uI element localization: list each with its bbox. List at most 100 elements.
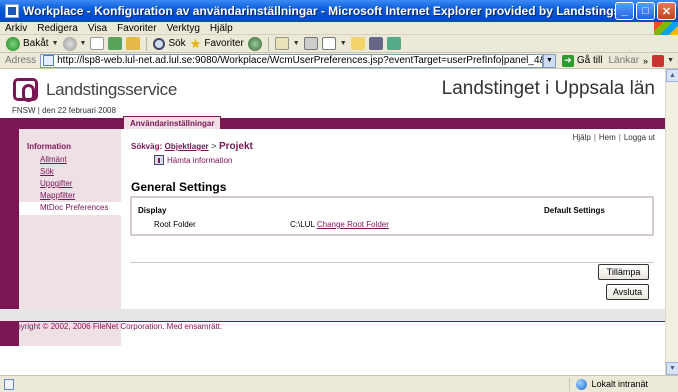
- close-button[interactable]: ✕: [657, 2, 676, 20]
- minimize-button[interactable]: _: [615, 2, 634, 20]
- apply-button[interactable]: Tillämpa: [598, 264, 649, 280]
- back-button[interactable]: Bakåt ▼: [6, 36, 59, 51]
- go-arrow-icon: ➜: [561, 54, 574, 67]
- scroll-down-icon[interactable]: ▼: [666, 362, 678, 375]
- page-icon: [43, 55, 55, 66]
- favorites-button[interactable]: ★ Favoriter: [190, 36, 244, 52]
- vertical-scrollbar[interactable]: ▲ ▼: [665, 69, 678, 375]
- top-links: Hjälp | Hem | Logga ut: [572, 133, 655, 142]
- intranet-globe-icon: [576, 378, 588, 390]
- go-button[interactable]: ➜ Gå till: [556, 54, 609, 67]
- menu-favoriter[interactable]: Favoriter: [112, 23, 161, 34]
- copyright-text: Copyright © 2002, 2006 FileNet Corporati…: [6, 322, 223, 331]
- address-input[interactable]: http://lsp8-web.lul-net.ad.lul.se:9080/W…: [40, 53, 543, 68]
- breadcrumb: Sökväg: Objektlager > Projekt: [131, 141, 253, 152]
- search-label: Sök: [168, 38, 186, 49]
- addon-icon[interactable]: [652, 54, 665, 67]
- page-status-icon: [4, 378, 14, 390]
- sidebar-item-mappfilter[interactable]: Mappfilter: [40, 191, 75, 200]
- window-titlebar: Workplace - Konfiguration av användarins…: [0, 0, 678, 22]
- menu-hjalp[interactable]: Hjälp: [205, 23, 238, 34]
- org-name: Landstinget i Uppsala län: [441, 78, 655, 99]
- breadcrumb-objektlager[interactable]: Objektlager: [165, 142, 209, 151]
- mail-icon[interactable]: [274, 37, 289, 50]
- links-chevron-icon[interactable]: »: [643, 56, 652, 66]
- sidebar-item-mtdoc-preferences[interactable]: MtDoc Preferences: [19, 202, 121, 215]
- sidebar-item-sok[interactable]: Sök: [40, 167, 54, 176]
- root-folder-value: C:\LUL: [290, 220, 315, 229]
- ie-app-icon: [5, 4, 19, 18]
- research-icon[interactable]: [368, 37, 383, 50]
- search-button[interactable]: Sök: [153, 37, 186, 50]
- scroll-up-icon[interactable]: ▲: [666, 69, 678, 82]
- back-label: Bakåt: [23, 38, 49, 49]
- folder-icon[interactable]: [350, 37, 365, 50]
- help-link[interactable]: Hjälp: [573, 133, 591, 142]
- breadcrumb-separator: >: [211, 141, 217, 151]
- menu-redigera[interactable]: Redigera: [32, 23, 83, 34]
- links-button[interactable]: Länkar: [608, 55, 643, 66]
- home-link[interactable]: Hem: [599, 133, 616, 142]
- user-info-bar: FNSW | den 22 februari 2008: [0, 105, 665, 118]
- address-url[interactable]: http://lsp8-web.lul-net.ad.lul.se:9080/W…: [57, 55, 542, 66]
- cancel-button[interactable]: Avsluta: [606, 284, 649, 300]
- forward-dropdown-icon[interactable]: ▼: [80, 40, 87, 47]
- address-label: Adress: [5, 55, 37, 66]
- browser-toolbar: Bakåt ▼ ▼ Sök ★ Favoriter ▼ ▼: [0, 35, 678, 53]
- search-icon: [153, 37, 166, 50]
- column-display: Display: [138, 206, 167, 215]
- status-bar: Lokalt intranät: [0, 375, 678, 392]
- logo-text: Landstingsservice: [46, 80, 177, 99]
- fetch-info-link[interactable]: Hämta information: [154, 155, 232, 165]
- stop-icon[interactable]: [90, 37, 105, 50]
- go-label: Gå till: [576, 55, 603, 66]
- edit-icon[interactable]: [321, 37, 336, 50]
- landstingsservice-logo-icon: [13, 78, 38, 102]
- print-icon[interactable]: [303, 37, 318, 50]
- page-title: General Settings: [131, 180, 227, 194]
- home-icon[interactable]: [126, 37, 141, 50]
- sidebar-item-allmant[interactable]: Allmänt: [40, 155, 67, 164]
- column-default-settings: Default Settings: [544, 206, 605, 215]
- security-zone-label: Lokalt intranät: [591, 379, 648, 389]
- back-dropdown-icon[interactable]: ▼: [52, 40, 59, 47]
- address-dropdown-icon[interactable]: ▼: [542, 53, 556, 68]
- forward-button[interactable]: ▼: [62, 36, 87, 51]
- favorites-label: Favoriter: [204, 38, 244, 49]
- sidebar-item-uppgifter[interactable]: Uppgifter: [40, 179, 72, 188]
- breadcrumb-current: Projekt: [218, 141, 253, 152]
- messenger-icon[interactable]: [386, 37, 401, 50]
- breadcrumb-label: Sökväg:: [131, 142, 163, 151]
- windows-logo-icon: [654, 21, 678, 35]
- root-folder-value-row: C:\LUL Change Root Folder: [290, 220, 389, 229]
- maximize-button[interactable]: □: [636, 2, 655, 20]
- settings-panel: Display Default Settings Root Folder C:\…: [130, 196, 654, 236]
- footer-band: [0, 309, 665, 321]
- mail-dropdown-icon[interactable]: ▼: [293, 40, 300, 47]
- info-icon: [154, 155, 164, 165]
- window-title: Workplace - Konfiguration av användarins…: [23, 4, 615, 18]
- user-info: FNSW | den 22 februari 2008: [12, 106, 116, 115]
- star-icon: ★: [189, 35, 202, 51]
- content-divider: [130, 262, 654, 263]
- refresh-icon[interactable]: [108, 37, 123, 50]
- back-arrow-icon: [6, 36, 20, 51]
- edit-dropdown-icon[interactable]: ▼: [340, 40, 347, 47]
- root-folder-label: Root Folder: [154, 220, 196, 229]
- status-left: [0, 378, 200, 390]
- change-root-folder-link[interactable]: Change Root Folder: [317, 220, 389, 229]
- menu-arkiv[interactable]: Arkiv: [0, 23, 32, 34]
- page-content: Landstingsservice Landstinget i Uppsala …: [0, 69, 665, 375]
- tab-bar: [0, 118, 665, 129]
- media-icon[interactable]: [247, 36, 262, 51]
- menu-verktyg[interactable]: Verktyg: [162, 23, 205, 34]
- sidebar-section-title: Information: [27, 142, 71, 151]
- tab-anvandarinstallningar[interactable]: Användarinställningar: [123, 116, 222, 129]
- menu-bar: Arkiv Redigera Visa Favoriter Verktyg Hj…: [0, 21, 678, 35]
- logout-link[interactable]: Logga ut: [624, 133, 655, 142]
- addon-dropdown-icon[interactable]: ▼: [667, 57, 678, 64]
- menu-visa[interactable]: Visa: [83, 23, 112, 34]
- address-bar: Adress http://lsp8-web.lul-net.ad.lul.se…: [0, 53, 678, 69]
- security-zone: Lokalt intranät: [569, 377, 678, 391]
- brand-header: Landstingsservice Landstinget i Uppsala …: [0, 69, 665, 103]
